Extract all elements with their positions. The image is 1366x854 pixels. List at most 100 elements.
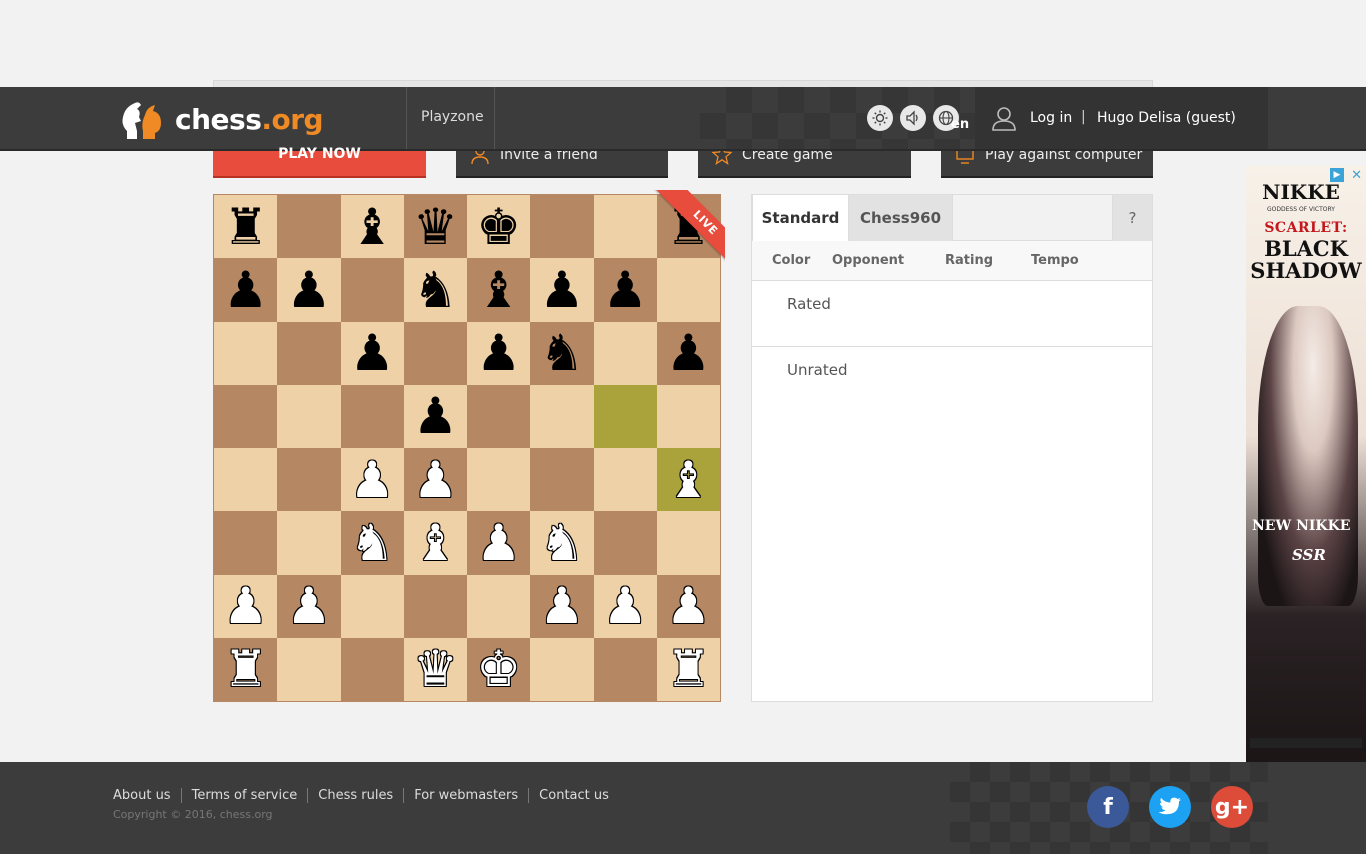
black-pawn-icon[interactable]: ♟ [350,328,395,378]
square-c6[interactable]: ♟ [340,321,404,385]
square-c4[interactable]: ♟ [340,448,404,512]
white-pawn-icon[interactable]: ♟ [223,581,268,631]
black-bishop-icon[interactable]: ♝ [476,265,521,315]
square-d6[interactable] [403,321,467,385]
square-c2[interactable] [340,574,404,638]
square-b6[interactable] [277,321,341,385]
white-pawn-icon[interactable]: ♟ [603,581,648,631]
black-pawn-icon[interactable]: ♟ [603,265,648,315]
footer-link-terms[interactable]: Terms of service [180,788,308,803]
square-a1[interactable]: ♜ [214,637,278,701]
square-f3[interactable]: ♞ [530,511,594,575]
black-knight-icon[interactable]: ♞ [539,328,584,378]
white-rook-icon[interactable]: ♜ [666,644,711,694]
square-b8[interactable] [277,195,341,259]
tab-standard[interactable]: Standard [752,195,849,242]
square-g7[interactable]: ♟ [593,258,657,322]
square-d7[interactable]: ♞ [403,258,467,322]
square-e7[interactable]: ♝ [467,258,531,322]
invite-friend-button[interactable]: Invite a friend [456,151,668,178]
facebook-icon[interactable]: f [1087,786,1129,828]
square-h4[interactable]: ♝ [656,448,720,512]
square-g6[interactable] [593,321,657,385]
square-f4[interactable] [530,448,594,512]
square-a4[interactable] [214,448,278,512]
square-a6[interactable] [214,321,278,385]
twitter-icon[interactable] [1149,786,1191,828]
white-pawn-icon[interactable]: ♟ [539,581,584,631]
square-a2[interactable]: ♟ [214,574,278,638]
play-now-button[interactable]: PLAY NOW [213,147,426,178]
square-b1[interactable] [277,637,341,701]
black-pawn-icon[interactable]: ♟ [539,265,584,315]
tab-chess960[interactable]: Chess960 [849,195,953,241]
square-f7[interactable]: ♟ [530,258,594,322]
square-b4[interactable] [277,448,341,512]
google-plus-icon[interactable]: g+ [1211,786,1253,828]
square-d4[interactable]: ♟ [403,448,467,512]
square-e2[interactable] [467,574,531,638]
white-pawn-icon[interactable]: ♟ [476,518,521,568]
black-pawn-icon[interactable]: ♟ [413,391,458,441]
chess-board[interactable]: ♜ ♝ ♛ ♚ ♜ ♟ ♟ ♞ ♝ ♟ ♟ ♟ ♟ ♞ ♟ ♟ ♟ ♟ ♝ ♞ ♝ ♟ ♞ ♟ ♟ ♟ ♟ ♟ ♜ ♛ ♚ ♜ [213,194,721,702]
square-d1[interactable]: ♛ [403,637,467,701]
black-queen-icon[interactable]: ♛ [413,202,458,252]
square-a5[interactable] [214,384,278,448]
square-g8[interactable] [593,195,657,259]
col-color[interactable]: Color [772,253,810,268]
white-bishop-icon[interactable]: ♝ [413,518,458,568]
advertisement[interactable]: ▶ ✕ NIKKE GODDESS OF VICTORY SCARLET: BL… [1246,166,1366,766]
footer-link-webmasters[interactable]: For webmasters [403,788,528,803]
help-button[interactable]: ? [1112,195,1152,241]
white-knight-icon[interactable]: ♞ [539,518,584,568]
white-pawn-icon[interactable]: ♟ [286,581,331,631]
white-knight-icon[interactable]: ♞ [350,518,395,568]
square-f5[interactable] [530,384,594,448]
black-knight-icon[interactable]: ♞ [413,265,458,315]
square-b5[interactable] [277,384,341,448]
square-g1[interactable] [593,637,657,701]
footer-link-about[interactable]: About us [113,788,181,803]
square-e1[interactable]: ♚ [467,637,531,701]
square-g5[interactable] [593,384,657,448]
footer-link-contact[interactable]: Contact us [528,788,619,803]
square-h6[interactable]: ♟ [656,321,720,385]
square-b7[interactable]: ♟ [277,258,341,322]
square-c1[interactable] [340,637,404,701]
square-c3[interactable]: ♞ [340,511,404,575]
square-f1[interactable] [530,637,594,701]
square-d3[interactable]: ♝ [403,511,467,575]
col-rating[interactable]: Rating [945,253,993,268]
black-pawn-icon[interactable]: ♟ [223,265,268,315]
white-queen-icon[interactable]: ♛ [413,644,458,694]
square-h5[interactable] [656,384,720,448]
guest-name[interactable]: Hugo Delisa (guest) [1097,110,1236,126]
square-h3[interactable] [656,511,720,575]
square-g2[interactable]: ♟ [593,574,657,638]
square-a7[interactable]: ♟ [214,258,278,322]
square-a3[interactable] [214,511,278,575]
square-h1[interactable]: ♜ [656,637,720,701]
language-code[interactable]: en [951,117,969,132]
white-pawn-icon[interactable]: ♟ [350,455,395,505]
black-king-icon[interactable]: ♚ [476,202,521,252]
square-g4[interactable] [593,448,657,512]
square-h7[interactable] [656,258,720,322]
square-f6[interactable]: ♞ [530,321,594,385]
black-bishop-icon[interactable]: ♝ [350,202,395,252]
square-e8[interactable]: ♚ [467,195,531,259]
square-d2[interactable] [403,574,467,638]
square-b2[interactable]: ♟ [277,574,341,638]
square-e4[interactable] [467,448,531,512]
board-grid[interactable]: ♜ ♝ ♛ ♚ ♜ ♟ ♟ ♞ ♝ ♟ ♟ ♟ ♟ ♞ ♟ ♟ ♟ ♟ ♝ ♞ ♝ ♟ ♞ ♟ ♟ ♟ ♟ ♟ ♜ ♛ ♚ ♜ [214,195,720,701]
col-tempo[interactable]: Tempo [1031,253,1079,268]
square-e3[interactable]: ♟ [467,511,531,575]
square-c7[interactable] [340,258,404,322]
black-rook-icon[interactable]: ♜ [666,202,711,252]
square-d8[interactable]: ♛ [403,195,467,259]
square-h8[interactable]: ♜ [656,195,720,259]
white-pawn-icon[interactable]: ♟ [413,455,458,505]
white-bishop-icon[interactable]: ♝ [666,455,711,505]
square-e6[interactable]: ♟ [467,321,531,385]
square-g3[interactable] [593,511,657,575]
